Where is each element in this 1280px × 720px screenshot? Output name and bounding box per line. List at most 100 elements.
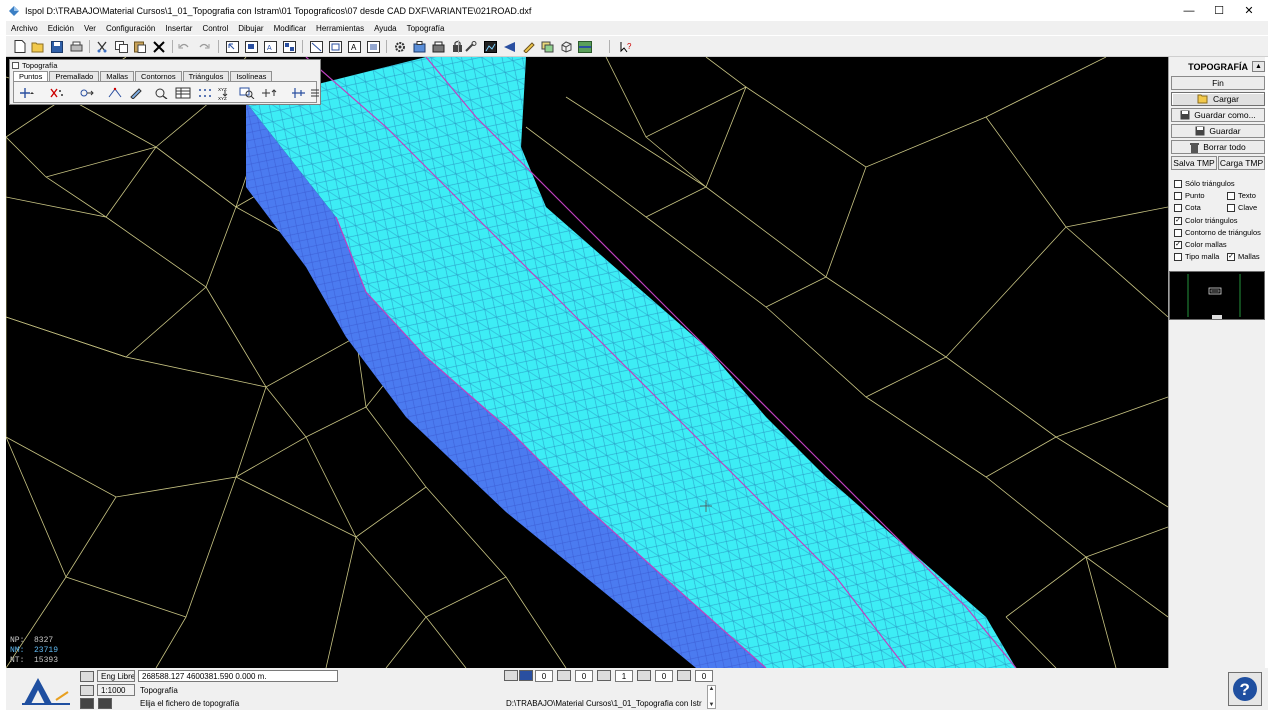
height-adjust-icon[interactable] bbox=[260, 85, 278, 100]
printer-config-icon[interactable] bbox=[430, 39, 446, 54]
maximize-button[interactable]: ☐ bbox=[1204, 0, 1234, 21]
checkbox-box[interactable] bbox=[1174, 203, 1182, 212]
text-size-icon[interactable] bbox=[637, 670, 651, 681]
tools-icon[interactable] bbox=[462, 39, 478, 54]
borrar-todo-button[interactable]: Borrar todo bbox=[1171, 140, 1265, 154]
view-frame-icon[interactable] bbox=[327, 39, 343, 54]
tab-isolineas[interactable]: Isolíneas bbox=[230, 71, 273, 81]
checkbox-box[interactable] bbox=[1174, 179, 1182, 188]
checkbox-clave[interactable]: Clave bbox=[1227, 202, 1257, 213]
checkbox-box[interactable] bbox=[1174, 191, 1182, 200]
checkbox-mallas[interactable]: ✓ Mallas bbox=[1227, 251, 1260, 262]
menu-topografia[interactable]: Topografía bbox=[402, 24, 450, 33]
layer-icon[interactable] bbox=[365, 39, 381, 54]
tab-contornos[interactable]: Contornos bbox=[134, 71, 182, 81]
mesh-mode-icon[interactable] bbox=[519, 670, 533, 681]
cube-icon[interactable] bbox=[558, 39, 574, 54]
checkbox-box[interactable]: ✓ bbox=[1227, 252, 1235, 261]
menu-insertar[interactable]: Insertar bbox=[160, 24, 197, 33]
join-points-icon[interactable] bbox=[106, 85, 124, 100]
redo-icon[interactable] bbox=[196, 39, 212, 54]
tab-puntos[interactable]: Puntos bbox=[13, 71, 49, 81]
pencil-status-icon[interactable] bbox=[597, 670, 611, 681]
message-scrollbar[interactable]: ▲ ▼ bbox=[707, 685, 716, 709]
print-icon[interactable] bbox=[68, 39, 84, 54]
new-file-icon[interactable] bbox=[12, 39, 28, 54]
menu-modificar[interactable]: Modificar bbox=[269, 24, 311, 33]
refresh-icon[interactable] bbox=[677, 670, 691, 681]
zoom-search-icon[interactable] bbox=[238, 85, 256, 100]
menu-configuracion[interactable]: Configuración bbox=[101, 24, 160, 33]
scroll-down-arrow[interactable]: ▼ bbox=[709, 702, 715, 708]
undo-icon[interactable] bbox=[176, 39, 192, 54]
menu-ver[interactable]: Ver bbox=[79, 24, 101, 33]
minimize-button[interactable]: — bbox=[1174, 0, 1204, 21]
view-plan-icon[interactable] bbox=[308, 39, 324, 54]
select-window-icon[interactable] bbox=[224, 39, 240, 54]
save-icon[interactable] bbox=[49, 39, 65, 54]
guardar-button[interactable]: Guardar bbox=[1171, 124, 1265, 138]
tab-triangulos[interactable]: Triángulos bbox=[182, 71, 230, 81]
paste-icon[interactable] bbox=[132, 39, 148, 54]
terrain-icon[interactable] bbox=[577, 39, 593, 54]
drawing-canvas[interactable]: NP: 8327 NM: 23719 NT: 15393 bbox=[6, 57, 1168, 668]
move-point-icon[interactable] bbox=[78, 85, 96, 100]
layer-filter-icon[interactable] bbox=[504, 670, 518, 681]
delete-icon[interactable] bbox=[151, 39, 167, 54]
checkbox-solo-triangulos[interactable]: Sólo triángulos bbox=[1174, 178, 1235, 189]
line-tool-icon[interactable] bbox=[557, 670, 571, 681]
point-grid-icon[interactable] bbox=[196, 85, 214, 100]
scroll-up-arrow[interactable]: ▲ bbox=[709, 686, 715, 692]
point-table-icon[interactable] bbox=[174, 85, 192, 100]
plot-icon[interactable] bbox=[98, 698, 112, 709]
delete-point-icon[interactable] bbox=[48, 85, 66, 100]
edit-point-icon[interactable] bbox=[128, 85, 146, 100]
checkbox-box[interactable] bbox=[1227, 191, 1235, 200]
close-button[interactable]: ✕ bbox=[1234, 0, 1264, 21]
text-style-icon[interactable]: A bbox=[346, 39, 362, 54]
checkbox-color-mallas[interactable]: ✓ Color mallas bbox=[1174, 239, 1227, 250]
overview-minimap[interactable] bbox=[1169, 271, 1265, 320]
pencil-icon[interactable] bbox=[520, 39, 536, 54]
copy-icon[interactable] bbox=[113, 39, 129, 54]
checkbox-tipo-malla[interactable]: Tipo malla bbox=[1174, 251, 1219, 262]
add-point-icon[interactable] bbox=[18, 85, 36, 100]
collapse-panel-button[interactable]: ▲ bbox=[1252, 61, 1265, 72]
checkbox-punto[interactable]: Punto bbox=[1174, 190, 1205, 201]
menu-dibujar[interactable]: Dibujar bbox=[233, 24, 268, 33]
screen-icon[interactable] bbox=[80, 698, 94, 709]
settings-gear-icon[interactable] bbox=[392, 39, 408, 54]
checkbox-cota[interactable]: Cota bbox=[1174, 202, 1201, 213]
tab-mallas[interactable]: Mallas bbox=[100, 71, 134, 81]
checkbox-box[interactable]: ✓ bbox=[1174, 240, 1182, 249]
checkbox-box[interactable] bbox=[1174, 228, 1182, 237]
xyz-transform-icon[interactable]: XYZ XYZ bbox=[216, 85, 234, 100]
open-folder-icon[interactable] bbox=[30, 39, 46, 54]
cut-icon[interactable] bbox=[94, 39, 110, 54]
checkbox-texto[interactable]: Texto bbox=[1227, 190, 1256, 201]
carga-tmp-button[interactable]: Carga TMP bbox=[1218, 156, 1265, 170]
guardar-como-button[interactable]: Guardar como... bbox=[1171, 108, 1265, 122]
scale-field[interactable]: 1:1000 bbox=[97, 684, 135, 696]
inspect-point-icon[interactable] bbox=[152, 85, 170, 100]
menu-herramientas[interactable]: Herramientas bbox=[311, 24, 369, 33]
image-icon[interactable] bbox=[482, 39, 498, 54]
navigate-icon[interactable] bbox=[501, 39, 517, 54]
menu-ayuda[interactable]: Ayuda bbox=[369, 24, 402, 33]
mode-icon[interactable] bbox=[80, 671, 94, 682]
menu-edicion[interactable]: Edición bbox=[43, 24, 79, 33]
checkbox-box[interactable]: ✓ bbox=[1174, 216, 1182, 225]
salva-tmp-button[interactable]: Salva TMP bbox=[1171, 156, 1217, 170]
checkbox-box[interactable] bbox=[1174, 252, 1182, 261]
topografia-toolbar-title[interactable]: Topografía bbox=[12, 61, 57, 70]
fin-button[interactable]: Fin bbox=[1171, 76, 1265, 90]
zoom-previous-icon[interactable] bbox=[281, 39, 297, 54]
scale-icon[interactable] bbox=[80, 685, 94, 696]
snap-mode-field[interactable]: Eng Libre bbox=[97, 670, 135, 682]
pin-icon[interactable] bbox=[12, 62, 19, 69]
list-points-icon[interactable] bbox=[306, 85, 324, 100]
zoom-window-icon[interactable] bbox=[243, 39, 259, 54]
menu-control[interactable]: Control bbox=[197, 24, 233, 33]
export-icon[interactable] bbox=[411, 39, 427, 54]
tab-premallado[interactable]: Premallado bbox=[49, 71, 100, 81]
